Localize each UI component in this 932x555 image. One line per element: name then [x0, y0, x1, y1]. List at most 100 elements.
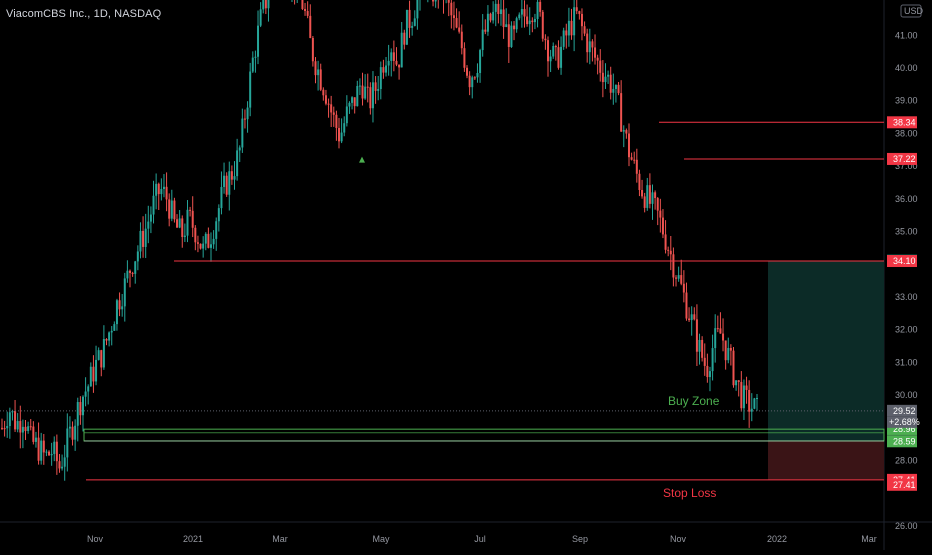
candle-body — [643, 196, 646, 208]
candle-body — [129, 270, 132, 273]
candles-group — [1, 0, 758, 481]
buy-signal-marker — [359, 156, 365, 163]
candle-body — [473, 77, 476, 79]
price-tag-text: 34.10 — [893, 256, 916, 266]
candle-body — [505, 24, 508, 28]
candle-body — [594, 47, 597, 58]
candle-body — [202, 243, 205, 249]
price-tag-text: 29.52 — [893, 406, 916, 416]
candle-body — [317, 69, 320, 76]
candle-body — [722, 333, 725, 341]
candle-body — [620, 93, 623, 132]
candle-body — [311, 37, 314, 62]
candle-body — [16, 421, 19, 430]
chart-stage[interactable]: Buy ZoneStop Loss26.0028.0029.0030.0031.… — [0, 0, 932, 550]
candle-body — [314, 61, 317, 76]
candle-body — [661, 217, 664, 235]
candle-body — [460, 31, 463, 49]
y-tick-label: 41.00 — [895, 30, 918, 40]
candle-body — [87, 386, 90, 392]
candle-body — [627, 133, 630, 158]
candle-body — [251, 57, 254, 72]
candle-body — [322, 89, 325, 96]
candle-body — [617, 84, 620, 94]
candle-body — [66, 428, 69, 458]
candle-body — [37, 437, 40, 461]
candle-body — [408, 9, 411, 28]
candle-body — [695, 319, 698, 352]
candle-body — [708, 371, 711, 378]
candle-body — [536, 1, 539, 19]
candle-body — [379, 67, 382, 90]
candle-body — [123, 278, 126, 307]
candle-body — [740, 381, 743, 409]
candle-body — [523, 9, 526, 17]
candle-body — [609, 74, 612, 93]
candle-body — [160, 189, 163, 195]
candle-body — [27, 426, 30, 431]
candle-body — [528, 20, 531, 25]
candle-body — [716, 328, 719, 330]
candle-body — [238, 147, 241, 151]
candle-body — [727, 348, 730, 361]
candle-body — [34, 437, 37, 442]
candle-body — [622, 130, 625, 132]
candle-body — [374, 82, 377, 91]
candle-body — [492, 11, 495, 21]
candle-body — [241, 118, 244, 148]
price-tag-green: 28.59 — [887, 435, 917, 448]
candle-body — [53, 441, 56, 454]
candle-body — [196, 242, 199, 244]
candle-body — [58, 461, 61, 469]
x-tick-label: Nov — [670, 534, 687, 544]
candle-body — [209, 244, 212, 248]
candle-body — [484, 29, 487, 32]
candle-body — [170, 200, 173, 219]
candle-body — [246, 107, 249, 120]
candle-body — [118, 300, 121, 310]
candle-body — [348, 102, 351, 107]
candle-body — [199, 243, 202, 249]
candle-body — [29, 426, 32, 428]
candle-body — [228, 171, 231, 195]
candle-body — [319, 69, 322, 90]
x-tick-label: Nov — [87, 534, 104, 544]
candle-body — [507, 24, 510, 47]
y-tick-label: 35.00 — [895, 227, 918, 237]
candle-body — [450, 2, 453, 16]
candle-body — [471, 77, 474, 88]
candle-body — [61, 466, 64, 469]
candle-body — [223, 175, 226, 187]
candle-body — [667, 249, 670, 251]
price-tag-text: 38.34 — [893, 117, 916, 127]
chart-title: ViacomCBS Inc., 1D, NASDAQ — [6, 8, 162, 20]
candle-body — [656, 198, 659, 211]
candle-body — [121, 306, 124, 310]
candle-body — [502, 9, 505, 28]
candle-body — [735, 380, 738, 386]
candle-body — [714, 328, 717, 349]
candle-body — [74, 425, 77, 440]
candle-body — [361, 85, 364, 99]
candle-body — [573, 7, 576, 36]
candle-body — [353, 97, 356, 107]
candle-body — [178, 218, 181, 228]
candle-body — [343, 123, 346, 133]
candle-body — [309, 15, 312, 38]
candle-body — [651, 192, 654, 204]
candle-body — [518, 14, 521, 19]
candle-body — [711, 348, 714, 372]
candle-body — [233, 176, 236, 180]
candle-body — [476, 72, 479, 78]
candle-body — [533, 18, 536, 23]
candle-body — [102, 338, 105, 368]
y-tick-label: 39.00 — [895, 96, 918, 106]
candle-body — [398, 64, 401, 68]
candle-body — [601, 72, 604, 83]
candle-body — [468, 75, 471, 88]
candle-body — [706, 365, 709, 378]
candle-body — [152, 195, 155, 215]
price-chart[interactable]: Buy ZoneStop Loss26.0028.0029.0030.0031.… — [0, 0, 932, 550]
candle-body — [641, 189, 644, 197]
candle-body — [186, 209, 189, 236]
